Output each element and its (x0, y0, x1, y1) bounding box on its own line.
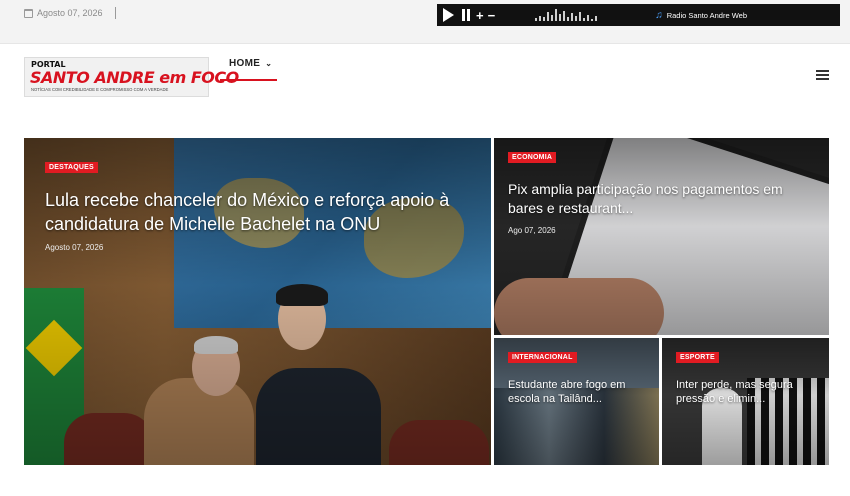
nav-active-underline (220, 79, 277, 81)
site-logo[interactable]: PORTAL SANTO ANDRE em FOCO NOTÍCIAS COM … (24, 57, 239, 97)
station-name: Radio Santo Andre Web (666, 10, 748, 20)
article-card[interactable]: ESPORTE Inter perde, mas segura pressão … (662, 338, 829, 465)
chevron-down-icon: ⌄ (265, 59, 273, 68)
play-icon[interactable] (443, 8, 454, 22)
featured-article[interactable]: DESTAQUES Lula recebe chanceler do Méxic… (24, 138, 491, 465)
category-badge[interactable]: ESPORTE (676, 352, 719, 363)
category-badge[interactable]: ECONOMIA (508, 152, 557, 163)
nav-home[interactable]: HOME ⌄ (229, 58, 272, 69)
category-badge[interactable]: DESTAQUES (45, 162, 98, 173)
logo-name-text: SANTO ANDRE em FOCO (30, 68, 239, 87)
top-date-text: Agosto 07, 2026 (37, 8, 103, 18)
top-bar: Agosto 07, 2026 + − ♫ Radio Santo Andre … (0, 0, 850, 44)
category-badge[interactable]: INTERNACIONAL (508, 352, 577, 363)
calendar-icon (24, 8, 33, 18)
radio-player: + − ♫ Radio Santo Andre Web (437, 4, 840, 26)
nav-home-label: HOME (229, 58, 261, 69)
article-title[interactable]: Inter perde, mas segura pressão e elimin… (676, 378, 821, 406)
hamburger-menu-icon[interactable] (816, 70, 829, 80)
volume-up-icon[interactable]: + (476, 9, 484, 22)
volume-down-icon[interactable]: − (488, 9, 496, 22)
article-card[interactable]: INTERNACIONAL Estudante abre fogo em esc… (494, 338, 659, 465)
music-note-icon: ♫ (655, 9, 663, 21)
article-date: Agosto 07, 2026 (45, 243, 104, 252)
article-date: Ago 07, 2026 (508, 226, 556, 235)
divider (114, 7, 116, 19)
article-card[interactable]: ECONOMIA Pix amplia participação nos pag… (494, 138, 829, 335)
image-overlay (494, 138, 829, 335)
top-date: Agosto 07, 2026 (24, 7, 116, 19)
pause-icon[interactable] (462, 9, 470, 21)
article-title[interactable]: Pix amplia participação nos pagamentos e… (508, 180, 818, 218)
equalizer-icon (535, 9, 598, 21)
article-title[interactable]: Estudante abre fogo em escola na Tailând… (508, 378, 648, 406)
logo-tagline: NOTÍCIAS COM CREDIBILIDADE E COMPROMISSO… (31, 87, 169, 92)
article-title[interactable]: Lula recebe chanceler do México e reforç… (45, 188, 475, 236)
